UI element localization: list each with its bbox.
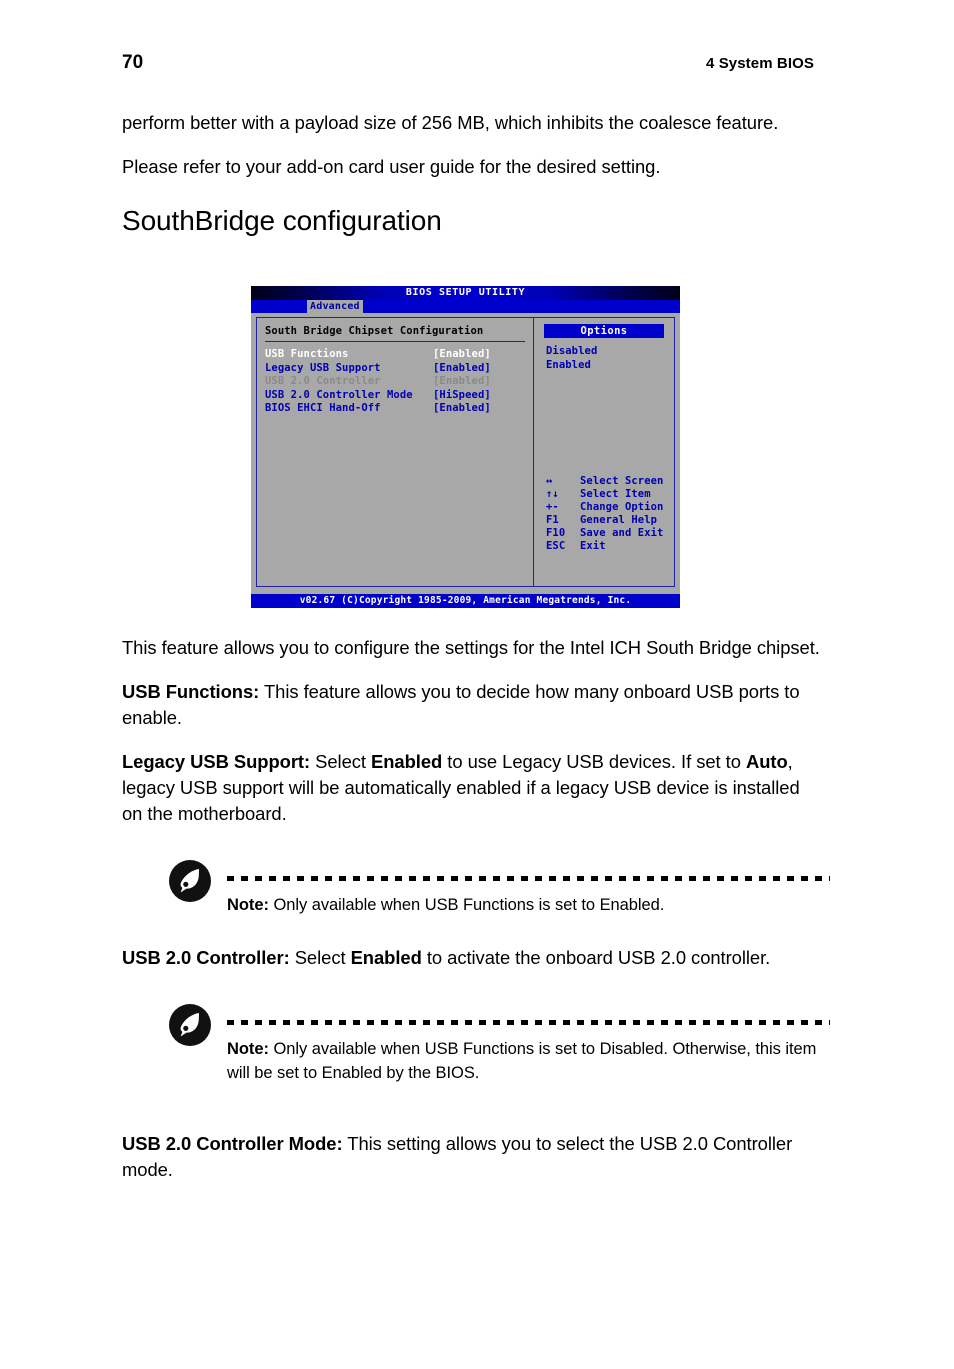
bold-enabled-2: Enabled — [350, 947, 422, 968]
bios-heading-rule — [265, 341, 525, 342]
key-help-action: Select Item — [580, 488, 651, 500]
desc-usb20-controller-1: Select — [289, 947, 351, 968]
document-page: 70 4 System BIOS perform better with a p… — [0, 0, 954, 1369]
bios-row-legacy-usb-support[interactable]: Legacy USB Support [Enabled] — [265, 362, 533, 376]
paragraph-feature-description: This feature allows you to configure the… — [122, 637, 820, 658]
bios-row-label: Legacy USB Support — [265, 361, 381, 374]
bold-auto: Auto — [745, 751, 788, 772]
bios-screenshot-figure: BIOS SETUP UTILITY Advanced South Bridge… — [251, 286, 680, 608]
key-help-row: ESC Exit — [546, 540, 663, 553]
bios-row-usb-20-controller-mode[interactable]: USB 2.0 Controller Mode [HiSpeed] — [265, 389, 533, 403]
note-label: Note: — [227, 1040, 269, 1058]
bios-key-help: ↔ Select Screen ↑↓ Select Item +- Change… — [546, 475, 663, 553]
key-help-row: F10 Save and Exit — [546, 527, 663, 540]
acer-note-icon — [168, 859, 212, 903]
note-body: Only available when USB Functions is set… — [268, 896, 665, 914]
paragraph-intro-2: Please refer to your add-on card user gu… — [122, 156, 661, 177]
bios-title-bar: BIOS SETUP UTILITY — [251, 286, 680, 300]
desc-usb20-controller-2: to activate the onboard USB 2.0 controll… — [421, 947, 771, 968]
term-usb-functions: USB Functions: — [122, 681, 260, 702]
bios-row-value: [HiSpeed] — [433, 388, 491, 401]
bios-options-title: Options — [544, 324, 664, 338]
page-content-lower: This feature allows you to configure the… — [122, 635, 830, 1201]
bios-row-usb-functions[interactable]: USB Functions [Enabled] — [265, 348, 533, 362]
note-label: Note: — [227, 896, 269, 914]
key-help-action: Select Screen — [580, 475, 664, 487]
bios-pane-heading: South Bridge Chipset Configuration — [265, 325, 484, 337]
bios-row-label: USB 2.0 Controller Mode — [265, 388, 413, 401]
bios-row-value: [Enabled] — [433, 375, 491, 387]
plus-minus-icon: +- — [546, 501, 559, 513]
note-text-1: Note: Only available when USB Functions … — [227, 857, 822, 917]
key-help-action: Exit — [580, 540, 606, 552]
section-heading: SouthBridge configuration — [122, 205, 442, 236]
bios-row-value: [Enabled] — [433, 361, 491, 374]
key-help-action: Save and Exit — [580, 527, 664, 539]
desc-legacy-usb-1: Select — [310, 751, 372, 772]
paragraph-usb-20-controller: USB 2.0 Controller: Select Enabled to ac… — [122, 945, 822, 971]
paragraph-legacy-usb-support: Legacy USB Support: Select Enabled to us… — [122, 749, 822, 827]
bios-settings-pane: South Bridge Chipset Configuration USB F… — [257, 318, 534, 586]
paragraph-usb-functions: USB Functions: This feature allows you t… — [122, 679, 822, 731]
key-help-action: Change Option — [580, 501, 664, 513]
f10-key-label: F10 — [546, 527, 566, 539]
bios-row-bios-ehci-hand-off[interactable]: BIOS EHCI Hand-Off [Enabled] — [265, 402, 533, 416]
desc-legacy-usb-2: to use Legacy USB devices. If set to — [442, 751, 746, 772]
term-usb-20-controller-mode: USB 2.0 Controller Mode: — [122, 1133, 343, 1154]
key-help-row: +- Change Option — [546, 501, 663, 514]
key-help-row: F1 General Help — [546, 514, 663, 527]
up-down-arrow-icon: ↑↓ — [546, 488, 559, 500]
f1-key-label: F1 — [546, 514, 559, 526]
key-help-row: ↑↓ Select Item — [546, 488, 663, 501]
bios-options-pane: Options Disabled Enabled ↔ Select Screen — [534, 318, 674, 586]
page-content: perform better with a payload size of 25… — [122, 110, 822, 238]
bios-option-enabled[interactable]: Enabled — [546, 359, 674, 373]
note-dashed-rule — [227, 1020, 830, 1025]
bios-options-list: Disabled Enabled — [534, 345, 674, 372]
bios-panes: South Bridge Chipset Configuration USB F… — [256, 317, 675, 587]
bios-row-value: [Enabled] — [433, 402, 491, 414]
key-help-action: General Help — [580, 514, 658, 526]
bios-row-usb-20-controller: USB 2.0 Controller [Enabled] — [265, 375, 533, 389]
page-number: 70 — [122, 52, 144, 73]
chapter-title: 4 System BIOS — [705, 55, 814, 72]
bios-option-disabled[interactable]: Disabled — [546, 345, 674, 359]
esc-key-label: ESC — [546, 540, 566, 552]
bios-row-label: USB 2.0 Controller — [265, 375, 381, 387]
bios-copyright-bar: v02.67 (C)Copyright 1985-2009, American … — [251, 594, 680, 608]
paragraph-intro-1: perform better with a payload size of 25… — [122, 112, 779, 133]
note-dashed-rule — [227, 876, 830, 881]
bios-row-label: BIOS EHCI Hand-Off — [265, 402, 381, 414]
bios-tab-bar: Advanced — [251, 300, 680, 313]
note-block-2: Note: Only available when USB Functions … — [122, 1001, 830, 1085]
paragraph-usb-20-controller-mode: USB 2.0 Controller Mode: This setting al… — [122, 1131, 822, 1183]
note-text-2: Note: Only available when USB Functions … — [227, 1001, 822, 1085]
bios-tab-advanced[interactable]: Advanced — [307, 300, 363, 313]
term-usb-20-controller: USB 2.0 Controller: — [122, 947, 290, 968]
left-right-arrow-icon: ↔ — [546, 475, 553, 487]
bios-body: South Bridge Chipset Configuration USB F… — [251, 313, 680, 590]
bios-setup-utility-screen: BIOS SETUP UTILITY Advanced South Bridge… — [251, 286, 680, 608]
bios-row-value: [Enabled] — [433, 348, 491, 360]
page-running-header: 70 4 System BIOS — [122, 52, 814, 74]
term-legacy-usb-support: Legacy USB Support: — [122, 751, 311, 772]
note-body: Only available when USB Functions is set… — [227, 1040, 817, 1082]
note-block-1: Note: Only available when USB Functions … — [122, 857, 830, 917]
key-help-row: ↔ Select Screen — [546, 475, 663, 488]
bold-enabled: Enabled — [371, 751, 443, 772]
acer-note-icon — [168, 1003, 212, 1047]
bios-row-label: USB Functions — [265, 348, 349, 360]
